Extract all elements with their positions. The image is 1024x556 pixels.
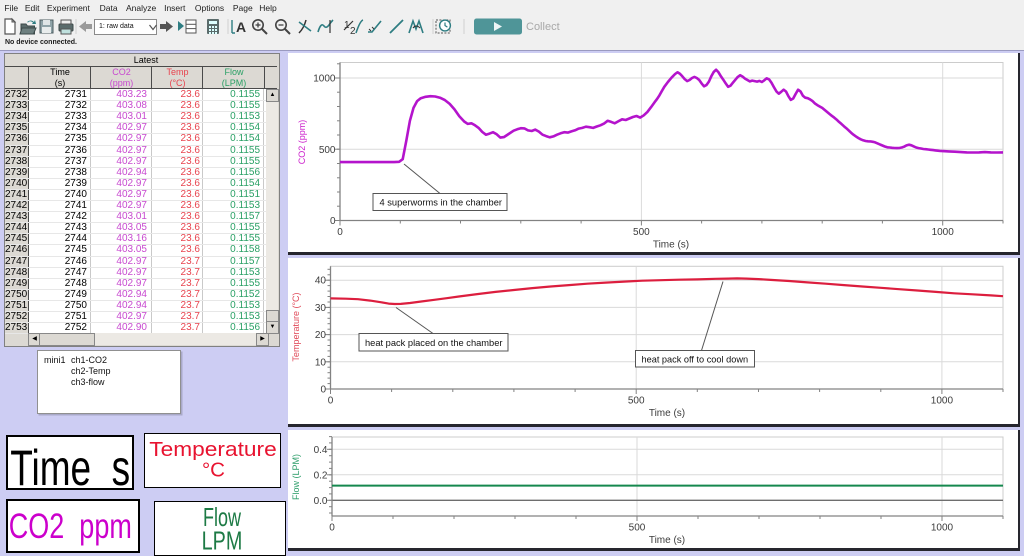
svg-text:2: 2 <box>350 26 356 37</box>
svg-text:A: A <box>236 19 246 35</box>
